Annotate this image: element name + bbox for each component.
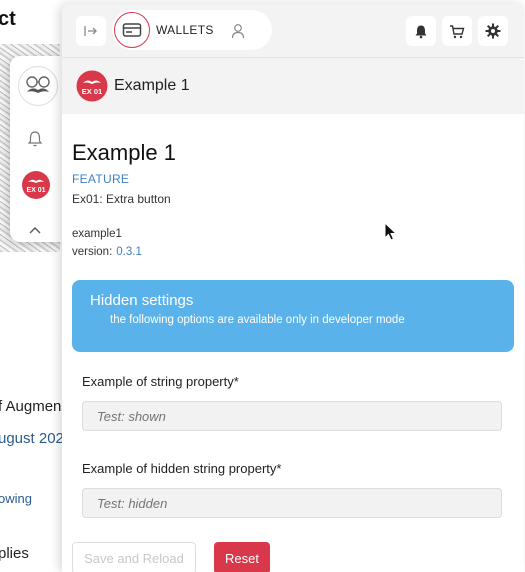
string-property-label: Example of string property* <box>82 374 239 389</box>
plugin-type-label: FEATURE <box>72 172 130 186</box>
plugin-title: Example 1 <box>72 140 176 165</box>
mouse-cursor-icon <box>384 222 398 241</box>
plugin-details: Example 1 FEATURE Ex01: Extra button exa… <box>62 140 524 572</box>
string-property-field: Example of string property* <box>72 374 514 431</box>
save-and-reload-button[interactable]: Save and Reload <box>72 542 196 572</box>
hidden-settings-banner: Hidden settings the following options ar… <box>72 280 514 352</box>
user-button[interactable] <box>228 18 248 44</box>
svg-text:EX 01: EX 01 <box>82 87 102 96</box>
wallet-icon <box>114 12 150 48</box>
hidden-settings-title: Hidden settings <box>90 292 194 309</box>
plugin-package-name: example1 <box>72 228 122 240</box>
gear-icon <box>485 23 501 39</box>
svg-text:EX 01: EX 01 <box>26 187 45 194</box>
version-value: 0.3.1 <box>116 246 142 258</box>
cart-icon <box>450 24 465 38</box>
bell-icon <box>415 25 427 38</box>
background-date: ugust 202 <box>0 430 64 447</box>
plugin-description: Ex01: Extra button <box>72 192 171 206</box>
user-icon <box>231 24 245 39</box>
version-label: version: <box>72 246 113 258</box>
plugin-header: EX 01 Example 1 <box>62 58 524 114</box>
background-text: f Augmen <box>0 398 62 415</box>
sidebar-toggle-icon <box>84 26 97 36</box>
background-link[interactable]: owing <box>0 491 32 506</box>
hidden-settings-subtitle: the following options are available only… <box>110 314 405 326</box>
plugin-logo: EX 01 <box>76 70 108 102</box>
string-property-input[interactable] <box>82 401 502 431</box>
wallets-button[interactable]: WALLETS <box>112 10 272 50</box>
hidden-string-property-field: Example of hidden string property* <box>72 461 514 518</box>
plugin-header-name: Example 1 <box>114 77 190 94</box>
overlay-mini-sidebar: EX 01 <box>10 56 62 242</box>
top-toolbar: WALLETS <box>62 4 524 58</box>
settings-button[interactable] <box>478 16 508 46</box>
form-actions: Save and Reload Reset <box>72 542 514 572</box>
plugin-panel: WALLETS EX 01 Example 1 Example 1 FEATUR… <box>62 4 524 572</box>
screen: ct f Augmen ugust 202 owing plies EX 01 <box>0 0 525 572</box>
chevron-up-icon[interactable] <box>28 222 42 240</box>
cart-button[interactable] <box>442 16 472 46</box>
mustache-avatar-icon[interactable] <box>18 66 58 106</box>
wallets-label: WALLETS <box>156 23 214 37</box>
bell-icon[interactable] <box>27 130 43 153</box>
hidden-string-property-label: Example of hidden string property* <box>82 461 282 476</box>
sidebar-toggle-button[interactable] <box>76 16 106 46</box>
hidden-string-property-input[interactable] <box>82 488 502 518</box>
background-heading: plies <box>0 545 29 562</box>
notifications-button[interactable] <box>406 16 436 46</box>
plugin-version: version: 0.3.1 <box>72 246 514 258</box>
reset-button[interactable]: Reset <box>214 542 270 572</box>
background-page-title: ct <box>0 8 16 30</box>
plugin-logo[interactable]: EX 01 <box>21 170 51 205</box>
